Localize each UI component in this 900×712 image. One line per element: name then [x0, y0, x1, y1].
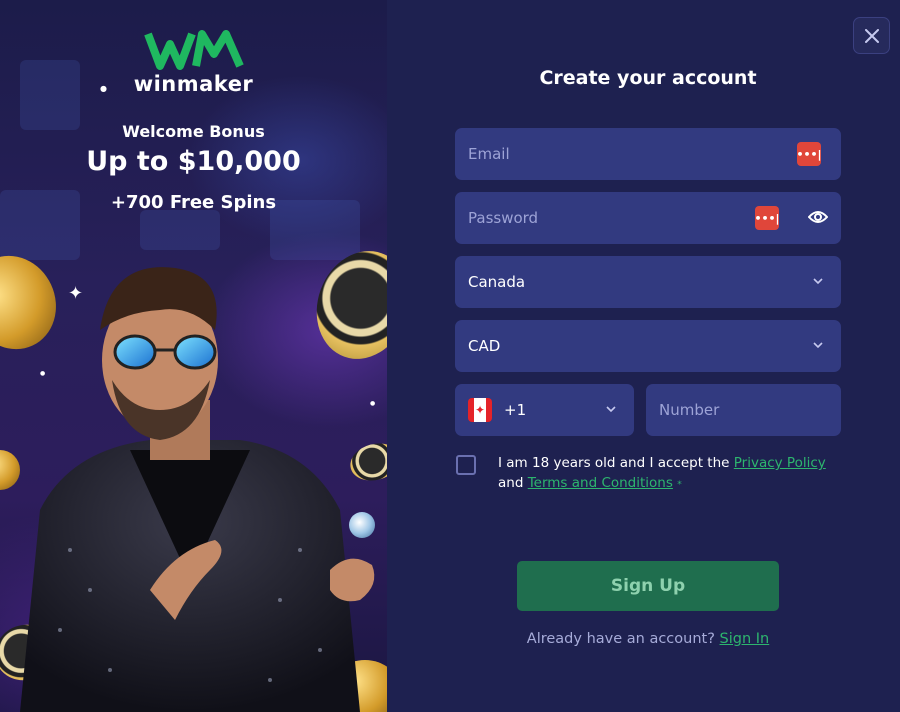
signin-prefix: Already have an account?: [526, 631, 715, 647]
email-field[interactable]: •••|: [455, 128, 841, 180]
logo-text: winmaker: [133, 72, 254, 96]
consent-text: I am 18 years old and I accept the Priva…: [498, 453, 838, 495]
consent-prefix: I am 18 years old and I accept the: [498, 455, 730, 471]
chevron-down-icon: [813, 278, 823, 285]
eye-icon[interactable]: [808, 209, 828, 225]
sign-in-link[interactable]: Sign In: [720, 631, 770, 647]
chevron-down-icon: [606, 406, 616, 413]
chevron-down-icon: [813, 342, 823, 349]
sign-up-button[interactable]: Sign Up: [517, 561, 779, 611]
form-heading: Create your account: [539, 67, 757, 89]
password-field[interactable]: •••|: [455, 192, 841, 244]
terms-link[interactable]: Terms and Conditions: [528, 475, 673, 491]
sign-in-row: Already have an account? Sign In: [455, 631, 841, 647]
promo-person-illustration: [20, 267, 375, 712]
promo-panel: winmaker Welcome Bonus Up to $10,000 +70…: [0, 0, 387, 712]
country-value: Canada: [468, 273, 526, 291]
password-manager-icon[interactable]: •••|: [754, 206, 780, 230]
sparkle-icon: ●: [100, 84, 107, 93]
phone-code-select[interactable]: ✦ +1: [455, 384, 634, 436]
bonus-title: Welcome Bonus: [122, 122, 265, 141]
background-slot-machine: [140, 210, 220, 250]
required-mark: *: [677, 480, 682, 490]
currency-select[interactable]: CAD: [455, 320, 841, 372]
close-icon: [864, 28, 879, 43]
privacy-policy-link[interactable]: Privacy Policy: [734, 455, 826, 471]
brand-logo: winmaker: [0, 30, 387, 96]
close-button[interactable]: [853, 17, 890, 54]
phone-number-input[interactable]: [659, 401, 828, 419]
bonus-spins: +700 Free Spins: [110, 192, 277, 213]
bonus-amount: Up to $10,000: [86, 146, 301, 177]
age-consent-checkbox[interactable]: [456, 455, 476, 475]
consent-and: and: [498, 475, 524, 491]
phone-code-value: +1: [504, 401, 527, 419]
password-manager-icon[interactable]: •••|: [796, 142, 822, 166]
logo-mark-icon: [143, 30, 244, 70]
canada-flag-icon: ✦: [468, 398, 492, 422]
country-select[interactable]: Canada: [455, 256, 841, 308]
phone-number-field[interactable]: [646, 384, 841, 436]
email-input[interactable]: [468, 145, 828, 163]
currency-value: CAD: [468, 337, 501, 355]
